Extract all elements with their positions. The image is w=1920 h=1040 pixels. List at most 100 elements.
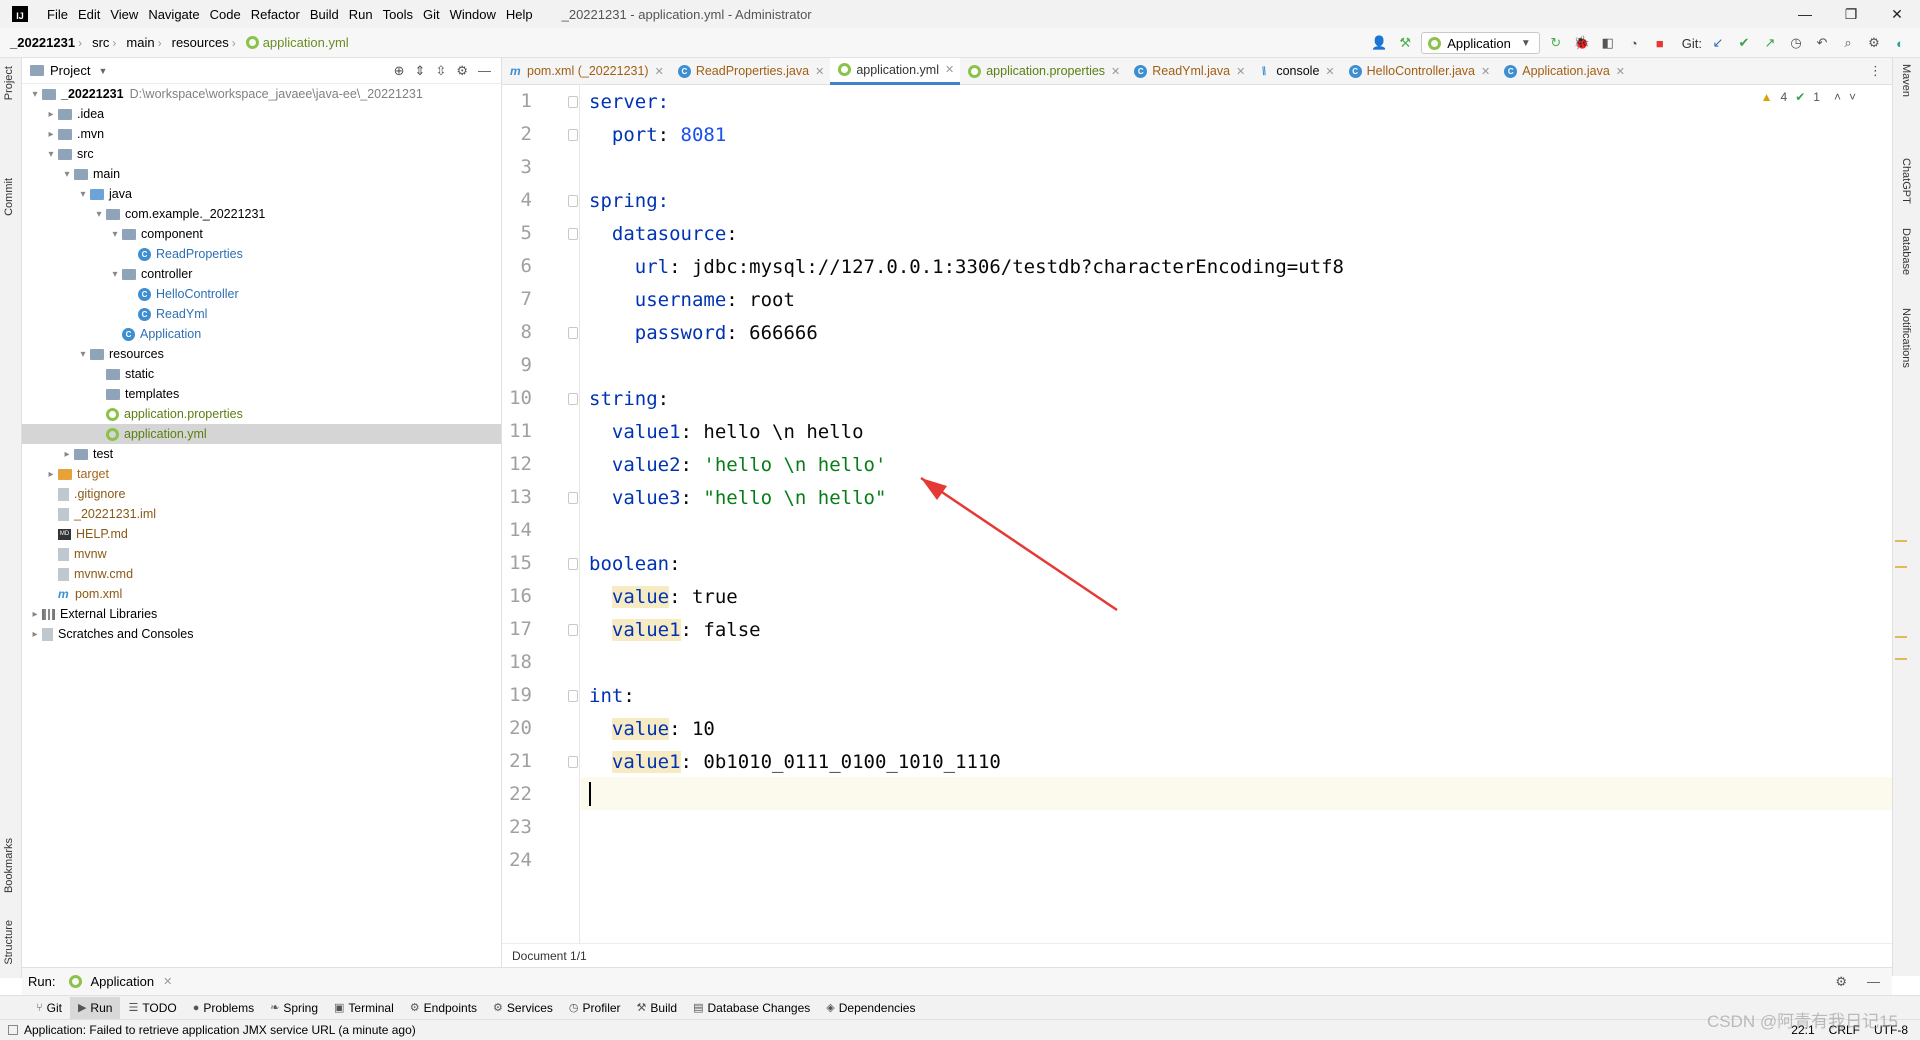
expand-all-icon[interactable]: ⇕ <box>415 63 426 79</box>
maximize-icon[interactable]: ❐ <box>1828 0 1874 28</box>
editor-tab[interactable]: application.properties ✕ <box>960 58 1126 85</box>
history-icon[interactable]: ◷ <box>1786 33 1806 53</box>
tree-item[interactable]: _20221231.iml <box>22 504 501 524</box>
editor-tab[interactable]: C Application.java ✕ <box>1496 58 1631 85</box>
maven-tool-button[interactable]: Maven <box>1900 64 1912 97</box>
editor-tab[interactable]: application.yml ✕ <box>830 57 961 85</box>
menu-git[interactable]: Git <box>418 7 445 22</box>
stop-icon[interactable]: ■ <box>1650 33 1670 53</box>
breadcrumb-file[interactable]: application.yml <box>236 35 352 50</box>
close-icon[interactable]: ✕ <box>655 65 664 78</box>
tree-item[interactable]: ▸ .mvn <box>22 124 501 144</box>
chevron-right-icon[interactable]: ▸ <box>44 129 58 140</box>
tree-item[interactable]: application.yml <box>22 424 501 444</box>
chevron-right-icon[interactable]: ▸ <box>28 609 42 620</box>
menu-file[interactable]: File <box>42 7 73 22</box>
chevron-down-icon[interactable]: ▼ <box>98 66 107 76</box>
search-icon[interactable]: ⌕ <box>1838 33 1858 53</box>
tool-run[interactable]: ▶ Run <box>69 996 121 1019</box>
git-push-icon[interactable]: ↗ <box>1760 33 1780 53</box>
menu-code[interactable]: Code <box>205 7 246 22</box>
editor-tab[interactable]: ⑊ console ✕ <box>1251 58 1340 85</box>
menu-run[interactable]: Run <box>344 7 378 22</box>
tree-item[interactable]: mvnw.cmd <box>22 564 501 584</box>
locate-file-icon[interactable]: ⊕ <box>394 63 405 79</box>
tree-item[interactable]: ▸ External Libraries <box>22 604 501 624</box>
close-icon[interactable]: ✕ <box>1236 65 1245 78</box>
git-commit-icon[interactable]: ✔ <box>1734 33 1754 53</box>
fold-marker-icon[interactable] <box>568 129 578 141</box>
tree-item[interactable]: C ReadProperties <box>22 244 501 264</box>
tree-item[interactable]: mvnw <box>22 544 501 564</box>
menu-build[interactable]: Build <box>305 7 344 22</box>
chevron-right-icon[interactable]: ▸ <box>44 109 58 120</box>
intellij-logo-icon[interactable]: IJ <box>12 6 28 22</box>
tool-profiler[interactable]: ◷ Profiler <box>561 997 629 1019</box>
settings-gear-icon[interactable]: ⚙ <box>1864 33 1884 53</box>
tree-item[interactable]: ▾ controller <box>22 264 501 284</box>
breadcrumb-src[interactable]: src <box>82 35 112 50</box>
editor-tab[interactable]: C ReadProperties.java ✕ <box>670 58 830 85</box>
tree-item[interactable]: C ReadYml <box>22 304 501 324</box>
tool-todo[interactable]: ☰ TODO <box>120 997 184 1019</box>
tree-item[interactable]: .gitignore <box>22 484 501 504</box>
tree-item[interactable]: ▾ src <box>22 144 501 164</box>
run-tab-application[interactable]: Application ✕ <box>69 974 172 989</box>
menu-refactor[interactable]: Refactor <box>246 7 305 22</box>
chevron-down-icon[interactable]: ▾ <box>76 349 90 360</box>
fold-marker-icon[interactable] <box>568 492 578 504</box>
tree-item[interactable]: C Application <box>22 324 501 344</box>
chevron-right-icon[interactable]: ▸ <box>28 629 42 640</box>
menu-help[interactable]: Help <box>501 7 538 22</box>
tree-item[interactable]: m pom.xml <box>22 584 501 604</box>
fold-marker-icon[interactable] <box>568 195 578 207</box>
close-icon[interactable]: ✕ <box>1325 65 1334 78</box>
hide-panel-icon[interactable]: — <box>478 63 491 79</box>
debug-icon[interactable]: 🐞 <box>1572 33 1592 53</box>
fold-marker-icon[interactable] <box>568 558 578 570</box>
profile-icon[interactable]: ◔ <box>1624 33 1644 53</box>
chevron-right-icon[interactable]: ▸ <box>44 469 58 480</box>
chevron-down-icon[interactable]: ▾ <box>108 269 122 280</box>
close-window-icon[interactable]: ✕ <box>1874 0 1920 28</box>
tree-item[interactable]: ▸ target <box>22 464 501 484</box>
menu-edit[interactable]: Edit <box>73 7 105 22</box>
structure-tool-button[interactable]: Structure <box>3 920 15 965</box>
tree-item[interactable]: ▸ Scratches and Consoles <box>22 624 501 644</box>
build-hammer-icon[interactable]: ⚒ <box>1395 33 1415 53</box>
hide-panel-icon[interactable]: — <box>1867 974 1880 990</box>
more-tabs-icon[interactable]: ⋮ <box>1869 63 1892 79</box>
tree-item[interactable]: static <box>22 364 501 384</box>
minimize-icon[interactable]: — <box>1782 0 1828 28</box>
menu-tools[interactable]: Tools <box>378 7 418 22</box>
breadcrumb-project[interactable]: _20221231 <box>0 35 78 50</box>
coverage-icon[interactable]: ◧ <box>1598 33 1618 53</box>
close-icon[interactable]: ✕ <box>815 65 824 78</box>
options-gear-icon[interactable]: ⚙ <box>456 63 468 79</box>
tree-item[interactable]: MD HELP.md <box>22 524 501 544</box>
breadcrumb-main[interactable]: main <box>116 35 157 50</box>
tool-problems[interactable]: ● Problems <box>185 997 262 1019</box>
settings-gear-icon[interactable]: ⚙ <box>1835 974 1847 990</box>
tree-item[interactable]: ▾ main <box>22 164 501 184</box>
plugin-icon[interactable]: ◐ <box>1890 33 1910 53</box>
menu-view[interactable]: View <box>105 7 143 22</box>
tree-item[interactable]: C HelloController <box>22 284 501 304</box>
tree-item[interactable]: ▾ component <box>22 224 501 244</box>
run-configuration-select[interactable]: Application ▼ <box>1421 32 1540 54</box>
tool-git[interactable]: ⑂ Git <box>28 997 70 1019</box>
chevron-down-icon[interactable]: ▾ <box>92 209 106 220</box>
breadcrumb-resources[interactable]: resources <box>162 35 232 50</box>
fold-marker-icon[interactable] <box>568 96 578 108</box>
editor-tab[interactable]: C ReadYml.java ✕ <box>1126 58 1251 85</box>
chevron-down-icon[interactable]: ▾ <box>76 189 90 200</box>
editor-tab[interactable]: m pom.xml (_20221231) ✕ <box>502 58 670 85</box>
code-editor[interactable]: server: port: 8081 spring: datasource: ur… <box>581 85 1892 943</box>
chevron-down-icon[interactable]: ▾ <box>60 169 74 180</box>
menu-window[interactable]: Window <box>445 7 501 22</box>
tool-dependencies[interactable]: ◈ Dependencies <box>818 997 923 1019</box>
editor-tab[interactable]: C HelloController.java ✕ <box>1341 58 1497 85</box>
fold-marker-icon[interactable] <box>568 393 578 405</box>
tree-item[interactable]: ▾ java <box>22 184 501 204</box>
chatgpt-tool-button[interactable]: ChatGPT <box>1900 158 1912 204</box>
